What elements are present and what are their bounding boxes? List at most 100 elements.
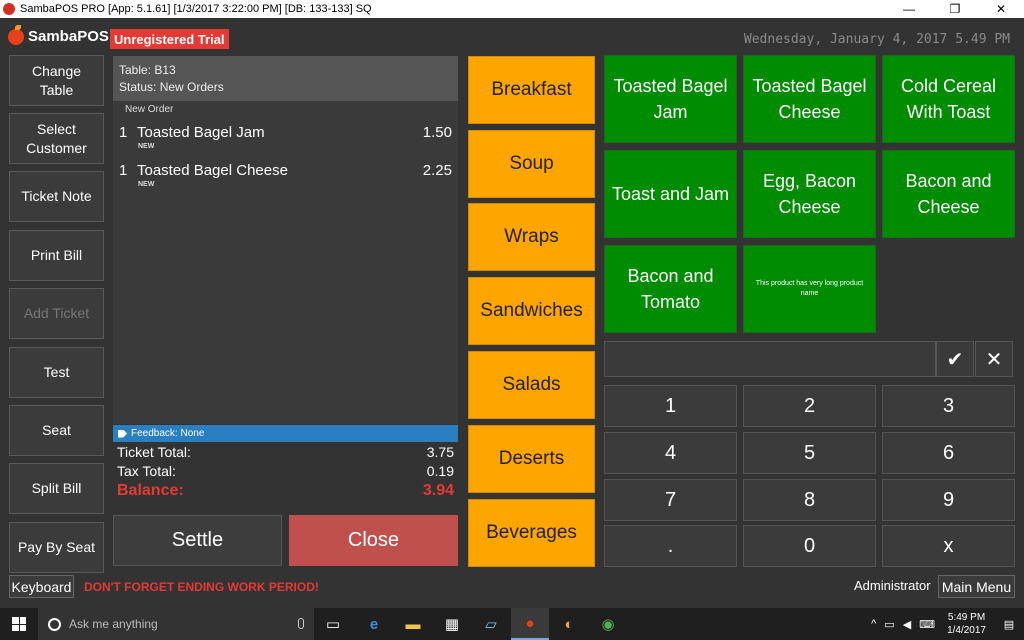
close-ticket-button[interactable]: Close bbox=[289, 515, 458, 566]
order-price: 1.50 bbox=[422, 124, 452, 141]
clear-icon[interactable]: ✕ bbox=[975, 341, 1013, 377]
close-window-button[interactable]: ✕ bbox=[978, 0, 1024, 18]
cortana-icon bbox=[48, 617, 61, 631]
app-header: SambaPOS Unregistered Trial Wednesday, J… bbox=[0, 18, 1024, 54]
product-button[interactable]: Toasted Bagel Cheese bbox=[743, 55, 876, 143]
product-button[interactable]: Toasted Bagel Jam bbox=[604, 55, 737, 143]
numpad-key-0[interactable]: 0 bbox=[743, 525, 876, 567]
paint-icon[interactable]: ◐ bbox=[550, 608, 588, 640]
numpad-key-9[interactable]: 9 bbox=[882, 479, 1015, 521]
keyboard-button[interactable]: Keyboard bbox=[9, 575, 74, 598]
split-bill-button[interactable]: Split Bill bbox=[9, 463, 104, 514]
notifications-icon[interactable]: ▤ bbox=[994, 618, 1024, 631]
taskbar-search[interactable]: Ask me anything bbox=[38, 608, 314, 640]
product-button[interactable]: Bacon and Tomato bbox=[604, 245, 737, 333]
taskbar-date: 1/4/2017 bbox=[947, 625, 986, 636]
category-deserts[interactable]: Deserts bbox=[468, 425, 595, 493]
minimize-button[interactable]: — bbox=[886, 0, 932, 18]
microphone-icon[interactable] bbox=[298, 618, 304, 629]
store-icon[interactable]: ▦ bbox=[433, 608, 471, 640]
current-user: Administrator bbox=[854, 578, 931, 593]
numpad-key-x[interactable]: x bbox=[882, 525, 1015, 567]
chrome-icon[interactable]: ◉ bbox=[589, 608, 627, 640]
window-titlebar: SambaPOS PRO [App: 5.1.61] [1/3/2017 3:2… bbox=[0, 0, 1024, 18]
settle-button[interactable]: Settle bbox=[113, 515, 282, 566]
order-name: Toasted Bagel Jam bbox=[137, 124, 265, 141]
numpad-key-7[interactable]: 7 bbox=[604, 479, 737, 521]
windows-logo-icon bbox=[12, 617, 26, 631]
add-ticket-button[interactable]: Add Ticket bbox=[9, 288, 104, 339]
logo-text: SambaPOS bbox=[28, 28, 109, 45]
product-button[interactable]: This product has very long product name bbox=[743, 245, 876, 333]
tax-total-label: Tax Total: bbox=[117, 463, 176, 479]
main-menu-button[interactable]: Main Menu bbox=[938, 575, 1015, 598]
logo: SambaPOS bbox=[8, 24, 109, 45]
product-button[interactable]: Egg, Bacon Cheese bbox=[743, 150, 876, 238]
numpad-key-3[interactable]: 3 bbox=[882, 385, 1015, 427]
network-icon[interactable]: ▭ bbox=[884, 618, 894, 631]
test-button[interactable]: Test bbox=[9, 347, 104, 398]
volume-icon[interactable]: ◀ bbox=[903, 618, 911, 631]
app-icon bbox=[3, 3, 15, 15]
search-placeholder: Ask me anything bbox=[69, 617, 158, 631]
product-button[interactable]: Cold Cereal With Toast bbox=[882, 55, 1015, 143]
category-salads[interactable]: Salads bbox=[468, 351, 595, 419]
window-controls: — ❐ ✕ bbox=[886, 0, 1024, 18]
ticket-total-row: Ticket Total: 3.75 bbox=[113, 444, 458, 463]
taskbar-clock[interactable]: 5:49 PM 1/4/2017 bbox=[947, 611, 986, 637]
order-qty: 1 bbox=[119, 162, 128, 179]
sambapos-taskbar-icon[interactable]: ● bbox=[511, 608, 549, 640]
numpad-entry-field[interactable] bbox=[604, 341, 936, 377]
notepad-icon[interactable]: ▱ bbox=[472, 608, 510, 640]
balance-label: Balance: bbox=[117, 482, 184, 499]
numpad-key-5[interactable]: 5 bbox=[743, 432, 876, 474]
order-line[interactable]: 1 Toasted Bagel Jam 1.50 NEW bbox=[113, 118, 458, 156]
ticket-note-button[interactable]: Ticket Note bbox=[9, 171, 104, 222]
feedback-label: Feedback: None bbox=[131, 428, 205, 439]
numpad-key-8[interactable]: 8 bbox=[743, 479, 876, 521]
windows-taskbar: Ask me anything ▭ e ▬ ▦ ▱ ● ◐ ◉ ^ ▭ ◀ ⌨ … bbox=[0, 608, 1024, 640]
order-status-tag: NEW bbox=[138, 181, 155, 188]
tray-chevron-icon[interactable]: ^ bbox=[871, 618, 876, 630]
category-sandwiches[interactable]: Sandwiches bbox=[468, 277, 595, 345]
product-button[interactable]: Bacon and Cheese bbox=[882, 150, 1015, 238]
category-breakfast[interactable]: Breakfast bbox=[468, 56, 595, 124]
file-explorer-icon[interactable]: ▬ bbox=[394, 608, 432, 640]
category-beverages[interactable]: Beverages bbox=[468, 499, 595, 567]
numpad-key-2[interactable]: 2 bbox=[743, 385, 876, 427]
start-button[interactable] bbox=[0, 608, 38, 640]
balance-value: 3.94 bbox=[422, 482, 454, 499]
seat-button[interactable]: Seat bbox=[9, 405, 104, 456]
order-status-tag: NEW bbox=[138, 143, 155, 150]
numpad-key-dot[interactable]: . bbox=[604, 525, 737, 567]
product-button[interactable]: Toast and Jam bbox=[604, 150, 737, 238]
tag-icon bbox=[118, 429, 127, 438]
numpad-key-1[interactable]: 1 bbox=[604, 385, 737, 427]
restore-button[interactable]: ❐ bbox=[932, 0, 978, 18]
numpad-key-6[interactable]: 6 bbox=[882, 432, 1015, 474]
header-datetime: Wednesday, January 4, 2017 5.49 PM bbox=[743, 32, 1010, 47]
order-line[interactable]: 1 Toasted Bagel Cheese 2.25 NEW bbox=[113, 156, 458, 194]
numpad-key-4[interactable]: 4 bbox=[604, 432, 737, 474]
tax-total-row: Tax Total: 0.19 bbox=[113, 463, 458, 482]
order-group-label: New Order bbox=[125, 104, 174, 115]
change-table-button[interactable]: Change Table bbox=[9, 55, 104, 106]
select-customer-button[interactable]: Select Customer bbox=[9, 113, 104, 164]
pay-by-seat-button[interactable]: Pay By Seat bbox=[9, 522, 104, 573]
category-wraps[interactable]: Wraps bbox=[468, 203, 595, 271]
order-price: 2.25 bbox=[422, 162, 452, 179]
work-period-warning: DON'T FORGET ENDING WORK PERIOD! bbox=[84, 580, 319, 594]
feedback-bar[interactable]: Feedback: None bbox=[113, 425, 458, 442]
category-soup[interactable]: Soup bbox=[468, 130, 595, 198]
order-qty: 1 bbox=[119, 124, 128, 141]
print-bill-button[interactable]: Print Bill bbox=[9, 230, 104, 281]
balance-row: Balance: 3.94 bbox=[113, 482, 458, 504]
task-view-icon[interactable]: ▭ bbox=[314, 608, 352, 640]
language-icon[interactable]: ⌨ bbox=[919, 618, 935, 631]
edge-browser-icon[interactable]: e bbox=[355, 608, 393, 640]
ticket-total-label: Ticket Total: bbox=[117, 444, 191, 460]
trial-badge: Unregistered Trial bbox=[110, 29, 229, 49]
ticket-total-value: 3.75 bbox=[426, 444, 454, 460]
ticket-table: Table: B13 bbox=[119, 63, 176, 77]
checkmark-icon[interactable]: ✔ bbox=[936, 341, 974, 377]
